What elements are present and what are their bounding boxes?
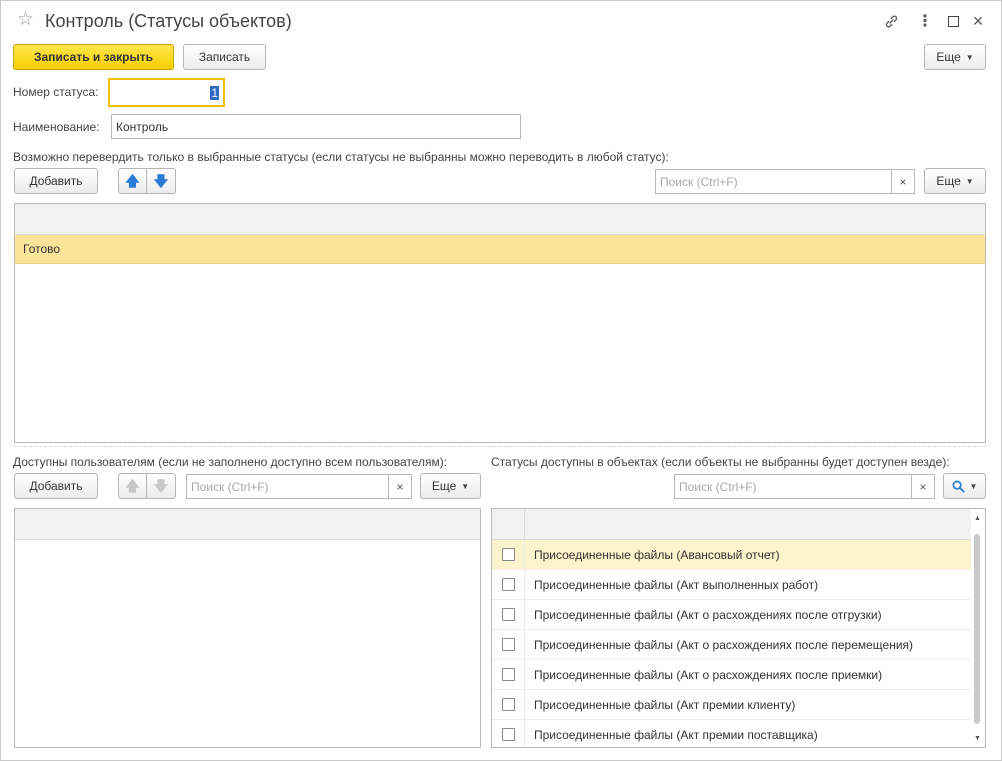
clear-icon[interactable]: × bbox=[911, 475, 934, 498]
checkbox-cell bbox=[492, 600, 525, 629]
section-divider bbox=[14, 446, 986, 447]
table-row[interactable]: Присоединенные файлы (Акт выполненных ра… bbox=[492, 570, 971, 600]
users-more-label: Еще bbox=[431, 479, 457, 493]
name-input[interactable]: Контроль bbox=[111, 114, 521, 139]
allowed-statuses-caption: Возможно перевердить только в выбранные … bbox=[13, 150, 669, 164]
move-down-button[interactable]: 🡇 bbox=[147, 168, 176, 194]
add-status-label: Добавить bbox=[29, 174, 83, 188]
object-label: Присоединенные файлы (Акт о расхождениях… bbox=[534, 607, 882, 622]
checkbox-cell bbox=[492, 720, 525, 747]
users-table[interactable] bbox=[14, 508, 481, 748]
status-cell: Готово bbox=[23, 242, 61, 256]
table-row[interactable]: Присоединенные файлы (Авансовый отчет) bbox=[492, 540, 971, 570]
statuses-more-button[interactable]: Еще ▼ bbox=[924, 168, 986, 194]
chevron-down-icon: ▼ bbox=[461, 481, 470, 491]
status-number-input[interactable]: 1 bbox=[108, 78, 225, 107]
objects-table[interactable]: Присоединенные файлы (Авансовый отчет) Пр… bbox=[491, 508, 986, 748]
chevron-down-icon: ▼ bbox=[965, 52, 974, 62]
users-more-button[interactable]: Еще ▼ bbox=[420, 473, 481, 499]
checkbox[interactable] bbox=[501, 608, 515, 621]
user-move-down-button[interactable]: 🡇 bbox=[147, 473, 176, 499]
checkbox[interactable] bbox=[501, 578, 515, 591]
object-label: Присоединенные файлы (Авансовый отчет) bbox=[534, 547, 780, 562]
name-label: Наименование: bbox=[13, 120, 100, 134]
add-status-button[interactable]: Добавить bbox=[14, 168, 98, 194]
save-and-close-label: Записать и закрыть bbox=[34, 50, 153, 64]
arrow-up-icon: 🡅 bbox=[125, 173, 140, 189]
table-row[interactable]: Присоединенные файлы (Акт премии поставщ… bbox=[492, 720, 971, 747]
checkbox[interactable] bbox=[501, 548, 515, 561]
window-title: Контроль (Статусы объектов) bbox=[45, 11, 292, 31]
more-menu-icon[interactable]: ⋮ bbox=[915, 11, 935, 31]
save-button[interactable]: Записать bbox=[183, 44, 266, 70]
object-label: Присоединенные файлы (Акт премии поставщ… bbox=[534, 727, 818, 742]
save-and-close-button[interactable]: Записать и закрыть bbox=[13, 44, 174, 70]
more-label: Еще bbox=[936, 50, 961, 64]
status-number-label: Номер статуса: bbox=[13, 85, 99, 99]
checkbox-cell bbox=[492, 630, 525, 659]
save-label: Записать bbox=[198, 50, 251, 64]
add-user-label: Добавить bbox=[29, 479, 83, 493]
close-icon[interactable]: × bbox=[968, 11, 988, 31]
clear-icon[interactable]: × bbox=[891, 170, 914, 193]
star-icon[interactable]: ☆ bbox=[17, 10, 34, 30]
table-row[interactable]: Присоединенные файлы (Акт премии клиенту… bbox=[492, 690, 971, 720]
table-header bbox=[492, 509, 971, 540]
statuses-more-label: Еще bbox=[936, 174, 961, 188]
allowed-statuses-table[interactable]: Готово bbox=[14, 203, 986, 443]
table-row[interactable]: Готово bbox=[15, 235, 985, 264]
scroll-down-icon[interactable]: ▼ bbox=[971, 732, 984, 744]
checkbox-cell bbox=[492, 540, 525, 569]
checkbox[interactable] bbox=[501, 668, 515, 681]
link-icon[interactable] bbox=[881, 11, 901, 31]
scrollbar[interactable]: ▲ ▼ bbox=[971, 510, 984, 746]
users-caption: Доступны пользователям (если не заполнен… bbox=[13, 455, 448, 469]
checkbox[interactable] bbox=[501, 728, 515, 741]
checkbox-cell bbox=[492, 690, 525, 719]
table-row[interactable]: Присоединенные файлы (Акт о расхождениях… bbox=[492, 600, 971, 630]
objects-search-button[interactable]: ▼ bbox=[943, 473, 986, 499]
checkbox-cell bbox=[492, 570, 525, 599]
table-row[interactable]: Присоединенные файлы (Акт о расхождениях… bbox=[492, 660, 971, 690]
users-search-input[interactable]: Поиск (Ctrl+F) × bbox=[186, 474, 412, 499]
status-number-value: 1 bbox=[210, 85, 219, 100]
checkbox[interactable] bbox=[501, 638, 515, 651]
search-icon bbox=[952, 480, 965, 493]
table-row[interactable]: Присоединенные файлы (Акт о расхождениях… bbox=[492, 630, 971, 660]
arrow-down-icon: 🡇 bbox=[153, 478, 169, 494]
clear-icon[interactable]: × bbox=[388, 475, 411, 498]
object-label: Присоединенные файлы (Акт премии клиенту… bbox=[534, 697, 796, 712]
scroll-up-icon[interactable]: ▲ bbox=[971, 512, 984, 524]
checkbox[interactable] bbox=[501, 698, 515, 711]
user-move-up-button[interactable]: 🡅 bbox=[118, 473, 147, 499]
table-header bbox=[15, 204, 985, 235]
objects-caption: Статусы доступны в объектах (если объект… bbox=[491, 455, 950, 469]
scroll-thumb[interactable] bbox=[974, 534, 980, 724]
statuses-search-placeholder: Поиск (Ctrl+F) bbox=[660, 174, 738, 189]
arrow-down-icon: 🡇 bbox=[153, 173, 169, 189]
object-label: Присоединенные файлы (Акт о расхождениях… bbox=[534, 637, 914, 652]
title-bar: ☆ Контроль (Статусы объектов) ⋮ × bbox=[1, 1, 1001, 41]
add-user-button[interactable]: Добавить bbox=[14, 473, 98, 499]
more-button[interactable]: Еще ▼ bbox=[924, 44, 986, 70]
move-up-button[interactable]: 🡅 bbox=[118, 168, 147, 194]
maximize-icon[interactable] bbox=[943, 11, 963, 31]
object-label: Присоединенные файлы (Акт выполненных ра… bbox=[534, 577, 819, 592]
checkbox-cell bbox=[492, 660, 525, 689]
users-search-placeholder: Поиск (Ctrl+F) bbox=[191, 479, 269, 494]
arrow-up-icon: 🡅 bbox=[125, 478, 140, 494]
chevron-down-icon: ▼ bbox=[965, 176, 974, 186]
name-value: Контроль bbox=[116, 119, 169, 134]
objects-search-placeholder: Поиск (Ctrl+F) bbox=[679, 479, 757, 494]
chevron-down-icon: ▼ bbox=[969, 481, 978, 491]
table-header bbox=[15, 509, 480, 540]
objects-search-input[interactable]: Поиск (Ctrl+F) × bbox=[674, 474, 935, 499]
object-label: Присоединенные файлы (Акт о расхождениях… bbox=[534, 667, 883, 682]
form-window: ☆ Контроль (Статусы объектов) ⋮ × Записа… bbox=[0, 0, 1002, 761]
objects-rows: Присоединенные файлы (Авансовый отчет) Пр… bbox=[492, 540, 971, 747]
statuses-search-input[interactable]: Поиск (Ctrl+F) × bbox=[655, 169, 915, 194]
